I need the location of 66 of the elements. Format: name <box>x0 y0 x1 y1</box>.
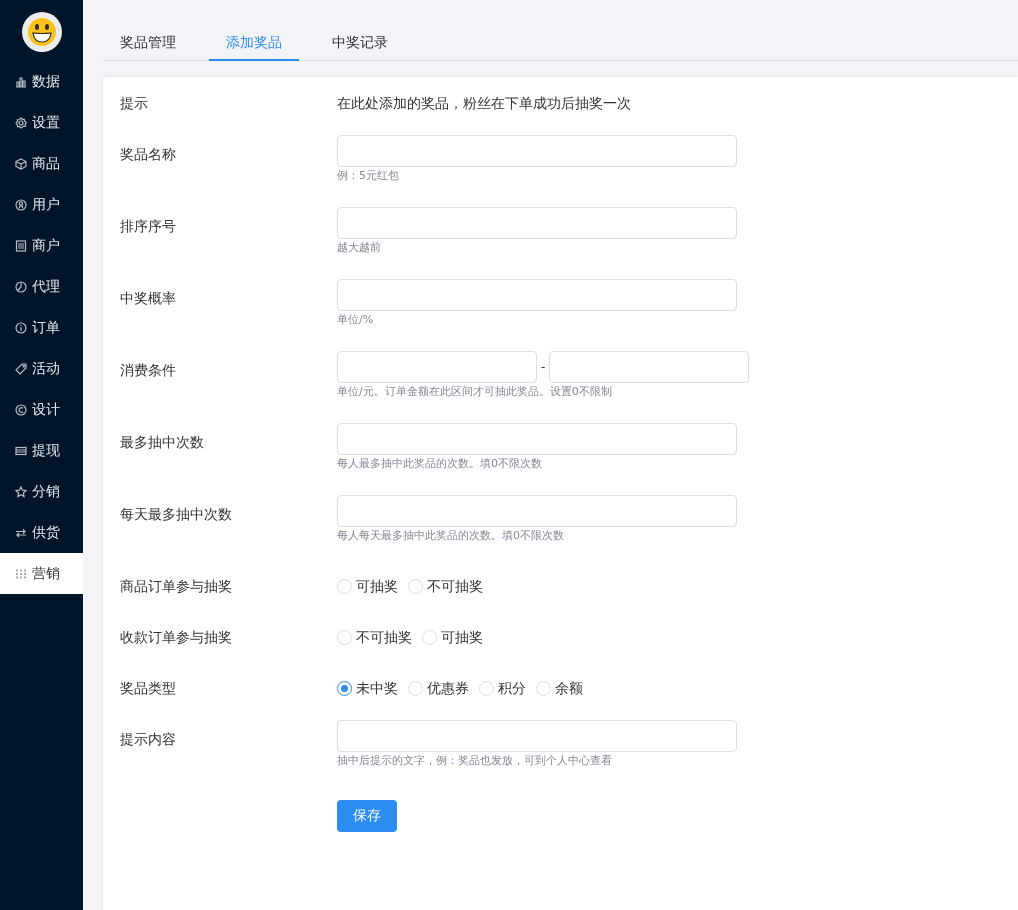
bar-chart-icon <box>15 75 27 88</box>
radio-option[interactable]: 不可抽奖 <box>408 576 483 596</box>
radio-button[interactable] <box>337 680 352 696</box>
box-icon <box>15 157 27 170</box>
radio-option[interactable]: 不可抽奖 <box>337 627 412 647</box>
input-field[interactable] <box>337 423 737 455</box>
gear-icon <box>15 116 27 129</box>
field-label: 提示 <box>120 94 149 113</box>
input-field[interactable] <box>337 720 737 752</box>
field-label: 每天最多抽中次数 <box>120 505 233 524</box>
field-label: 排序序号 <box>120 217 177 236</box>
sidebar-item[interactable]: 设置 <box>0 102 83 143</box>
sidebar-item[interactable]: 营销 <box>0 553 83 594</box>
sidebar-item[interactable]: 数据 <box>0 61 83 102</box>
radio-option[interactable]: 未中奖 <box>337 678 398 698</box>
smiley-face-icon <box>21 12 62 52</box>
radio-option[interactable]: 优惠券 <box>408 678 469 698</box>
list-icon <box>15 239 27 252</box>
sidebar-item[interactable]: 订单 <box>0 307 83 348</box>
tab[interactable]: 中奖记录 <box>315 26 405 61</box>
help-text: 每人每天最多抽中此奖品的次数。填0不限次数 <box>337 528 565 544</box>
radio-option[interactable]: 可抽奖 <box>337 576 398 596</box>
input-field[interactable] <box>337 351 537 383</box>
grid-dots-icon <box>15 567 27 580</box>
pie-chart-icon <box>15 280 27 293</box>
radio-option[interactable]: 可抽奖 <box>422 627 483 647</box>
tip-text: 在此处添加的奖品，粉丝在下单成功后抽奖一次 <box>337 94 631 113</box>
help-text: 单位/元。订单金额在此区间才可抽此奖品。设置0不限制 <box>337 384 613 400</box>
tag-icon <box>15 362 27 375</box>
sidebar-item[interactable]: 活动 <box>0 348 83 389</box>
input-field[interactable] <box>337 495 737 527</box>
copyright-icon <box>15 403 27 416</box>
range-separator: - <box>540 360 547 374</box>
field-label: 最多抽中次数 <box>120 433 205 452</box>
input-field[interactable] <box>337 279 737 311</box>
sidebar-item[interactable]: 提现 <box>0 430 83 471</box>
field-label: 奖品名称 <box>120 145 177 164</box>
field-label: 提示内容 <box>120 730 177 749</box>
sidebar-item[interactable]: 商品 <box>0 143 83 184</box>
sidebar-item[interactable]: 代理 <box>0 266 83 307</box>
field-label: 商品订单参与抽奖 <box>120 577 233 596</box>
sidebar-item[interactable]: 分销 <box>0 471 83 512</box>
field-label: 收款订单参与抽奖 <box>120 628 233 647</box>
help-text: 例：5元红包 <box>337 168 400 184</box>
sidebar-item[interactable]: 用户 <box>0 184 83 225</box>
tab[interactable]: 奖品管理 <box>103 26 193 61</box>
user-circle-icon <box>15 198 27 211</box>
field-label: 中奖概率 <box>120 289 177 308</box>
input-field[interactable] <box>549 351 750 383</box>
radio-option[interactable]: 余额 <box>536 678 583 698</box>
sidebar-item[interactable]: 供货 <box>0 512 83 553</box>
help-text: 单位/% <box>337 312 375 328</box>
sidebar-item[interactable]: 商户 <box>0 225 83 266</box>
card-icon <box>15 444 27 457</box>
help-text: 每人最多抽中此奖品的次数。填0不限次数 <box>337 456 543 472</box>
help-text: 抽中后提示的文字，例：奖品也发放，可到个人中心查看 <box>337 753 613 769</box>
input-field[interactable] <box>337 135 737 167</box>
field-label: 消费条件 <box>120 361 177 380</box>
input-field[interactable] <box>337 207 737 239</box>
star-icon <box>15 485 27 498</box>
radio-option[interactable]: 积分 <box>479 678 526 698</box>
swap-arrows-icon <box>15 526 27 539</box>
help-text: 越大越前 <box>337 240 382 256</box>
field-label: 奖品类型 <box>120 679 177 698</box>
sidebar-item[interactable]: 设计 <box>0 389 83 430</box>
info-icon <box>15 321 27 334</box>
